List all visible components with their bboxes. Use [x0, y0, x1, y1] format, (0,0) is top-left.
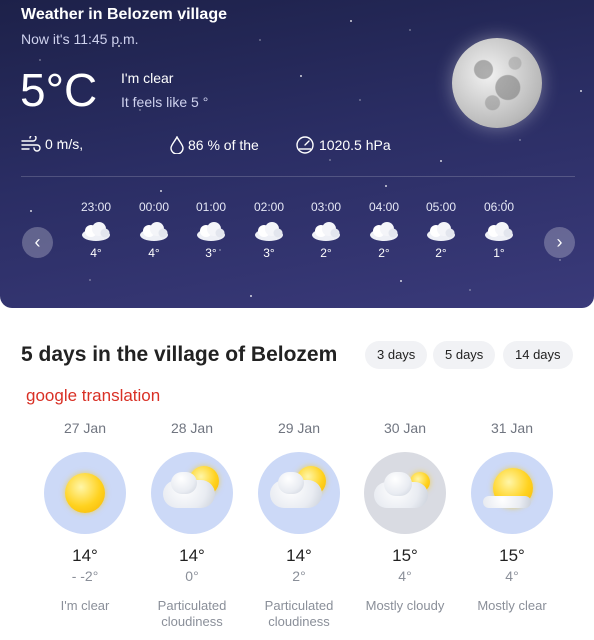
- wind-stat: 0 m/s,: [21, 136, 83, 152]
- hourly-item: 02:00 3°: [244, 200, 294, 260]
- day-column[interactable]: 29 Jan 14° 2° Particulated cloudiness: [249, 420, 349, 630]
- day-high-temperature: 15°: [499, 546, 525, 565]
- day-low-temperature: 2°: [292, 568, 306, 584]
- feels-like: It feels like 5 °: [121, 94, 209, 110]
- hour-temperature: 3°: [205, 246, 217, 260]
- forecast-title: 5 days in the village of Belozem: [21, 343, 338, 366]
- day-low-temperature: 4°: [505, 568, 519, 584]
- hour-label: 03:00: [310, 200, 342, 214]
- hour-label: 23:00: [80, 200, 112, 214]
- day-high-temperature: 14°: [286, 546, 312, 565]
- day-column[interactable]: 31 Jan 15° 4° Mostly clear: [462, 420, 562, 614]
- hourly-item: 03:00 2°: [301, 200, 351, 260]
- day-date: 27 Jan: [63, 420, 107, 436]
- cloud-icon: [483, 220, 515, 242]
- hourly-item: 00:00 4°: [129, 200, 179, 260]
- hour-label: 04:00: [368, 200, 400, 214]
- day-date: 29 Jan: [277, 420, 321, 436]
- day-low-temperature: 0°: [185, 568, 199, 584]
- hourly-item: 04:00 2°: [359, 200, 409, 260]
- droplet-icon: [170, 136, 184, 154]
- hourly-item: 23:00 4°: [71, 200, 121, 260]
- current-temperature: 5°C: [20, 64, 98, 116]
- hour-temperature: 4°: [90, 246, 102, 260]
- hour-label: 00:00: [138, 200, 170, 214]
- pressure-value: 1020.5 hPa: [319, 137, 391, 153]
- current-condition: I'm clear: [121, 70, 174, 86]
- divider: [21, 176, 575, 177]
- day-date: 30 Jan: [383, 420, 427, 436]
- day-date: 31 Jan: [490, 420, 534, 436]
- hour-temperature: 2°: [320, 246, 332, 260]
- day-low-temperature: 4°: [398, 568, 412, 584]
- hourly-prev-button[interactable]: ‹: [22, 227, 53, 258]
- day-column[interactable]: 27 Jan 14° - -2° I'm clear: [35, 420, 135, 614]
- current-weather-card: Weather in Belozem village Now it's 11:4…: [0, 0, 594, 308]
- day-date: 28 Jan: [170, 420, 214, 436]
- cloud-icon: [425, 220, 457, 242]
- full-moon-icon: [452, 38, 542, 128]
- partly-cloudy-icon: [151, 452, 233, 534]
- day-description: I'm clear: [60, 598, 110, 613]
- hourly-item: 05:00 2°: [416, 200, 466, 260]
- cloud-icon: [195, 220, 227, 242]
- wind-value: 0 m/s,: [45, 136, 84, 152]
- cloud-icon: [80, 220, 112, 242]
- hourly-item: 06:00 1°: [474, 200, 524, 260]
- hourly-item: 01:00 3°: [186, 200, 236, 260]
- wind-icon: [21, 136, 41, 152]
- day-low-temperature: - -2°: [71, 568, 99, 584]
- hour-temperature: 1°: [493, 246, 505, 260]
- gauge-icon: [295, 136, 315, 154]
- cloud-icon: [368, 220, 400, 242]
- day-description: Particulated cloudiness: [157, 598, 227, 629]
- day-column[interactable]: 30 Jan 15° 4° Mostly cloudy: [355, 420, 455, 614]
- day-column[interactable]: 28 Jan 14° 0° Particulated cloudiness: [142, 420, 242, 630]
- translation-note: google translation: [26, 386, 161, 405]
- day-description: Mostly clear: [477, 598, 547, 613]
- hour-label: 06:00: [483, 200, 515, 214]
- tab-3-days[interactable]: 3 days: [365, 341, 428, 369]
- pressure-stat: 1020.5 hPa: [295, 136, 391, 154]
- location-title: Weather in Belozem village: [21, 6, 227, 23]
- day-high-temperature: 15°: [392, 546, 418, 565]
- day-high-temperature: 14°: [179, 546, 205, 565]
- hour-temperature: 4°: [148, 246, 160, 260]
- humidity-value: 86 % of the: [188, 137, 259, 153]
- hourly-next-button[interactable]: ›: [544, 227, 575, 258]
- mostly-cloudy-icon: [364, 452, 446, 534]
- daily-forecast-card: 5 days in the village of Belozem 3 days …: [0, 320, 594, 640]
- sun-icon: [44, 452, 126, 534]
- hour-temperature: 3°: [263, 246, 275, 260]
- hour-label: 05:00: [425, 200, 457, 214]
- cloud-icon: [253, 220, 285, 242]
- cloud-icon: [138, 220, 170, 242]
- humidity-stat: 86 % of the: [170, 136, 259, 154]
- day-description: Mostly cloudy: [365, 598, 445, 613]
- hour-label: 01:00: [195, 200, 227, 214]
- mostly-clear-icon: [471, 452, 553, 534]
- tab-14-days[interactable]: 14 days: [503, 341, 573, 369]
- hour-label: 02:00: [253, 200, 285, 214]
- tab-5-days[interactable]: 5 days: [433, 341, 496, 369]
- cloud-icon: [310, 220, 342, 242]
- partly-cloudy-icon: [258, 452, 340, 534]
- hour-temperature: 2°: [435, 246, 447, 260]
- day-description: Particulated cloudiness: [264, 598, 334, 629]
- day-high-temperature: 14°: [72, 546, 98, 565]
- hour-temperature: 2°: [378, 246, 390, 260]
- current-time: Now it's 11:45 p.m.: [21, 31, 139, 47]
